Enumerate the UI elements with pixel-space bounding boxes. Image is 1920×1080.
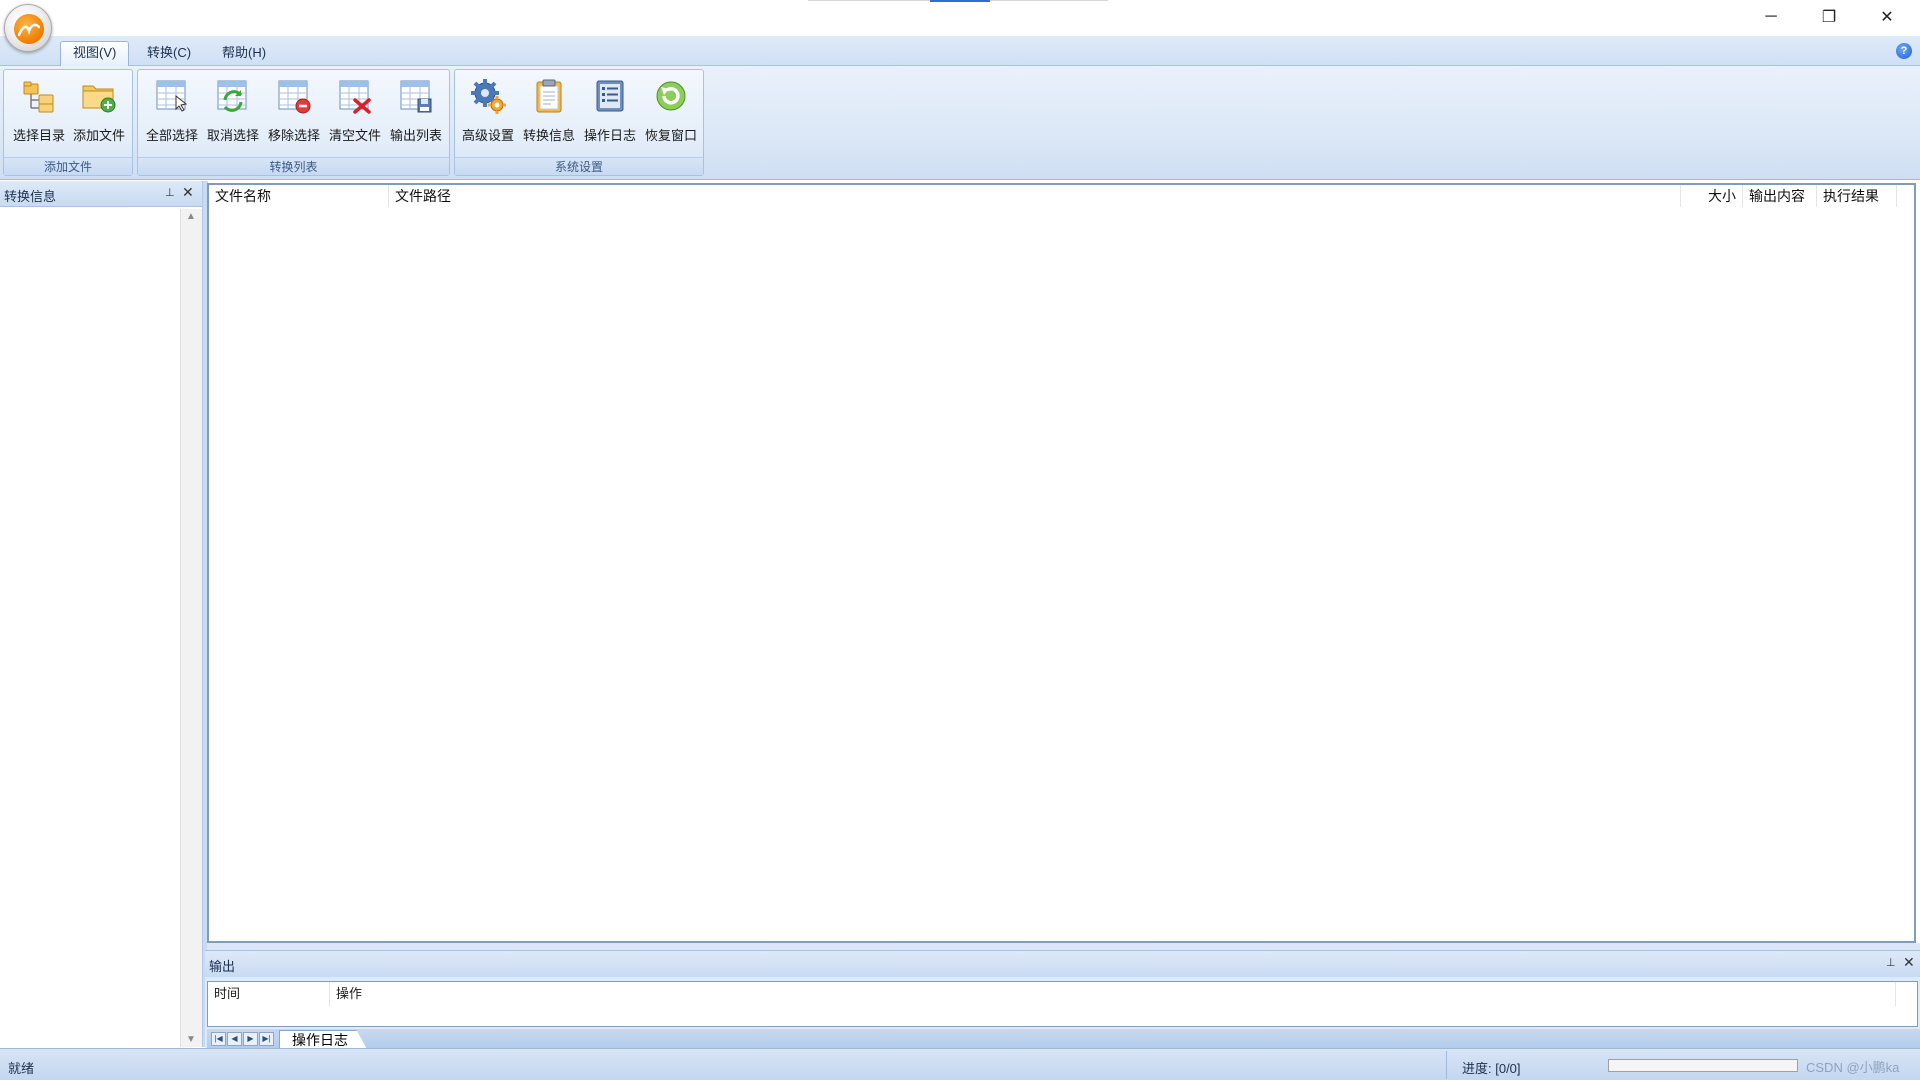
restore-window-label: 恢复窗口 [644,128,697,143]
operation-log-label: 操作日志 [583,128,636,143]
add-file-button[interactable]: 添加文件 [69,76,129,146]
convert-info-label: 转换信息 [522,128,575,143]
select-all-icon [154,78,190,114]
deselect-label: 取消选择 [206,128,259,143]
output-close-icon[interactable]: ✕ [1903,954,1915,971]
title-accent-bar [930,0,990,2]
group-label-system-settings: 系统设置 [455,157,703,175]
status-ready-text: 就绪 [8,1061,35,1076]
ribbon: 选择目录 添加文件 添加文件 全部选择 取消选择 移除选择 清空文件 输出列表 … [0,66,1920,180]
output-pin-icon[interactable]: ⊥ [1886,956,1896,969]
column-header-result[interactable]: 执行结果 [1817,185,1897,207]
status-bar: 就绪 进度: [0/0] CSDN @小鹏ka [0,1048,1920,1080]
select-all-button[interactable]: 全部选择 [142,76,202,146]
nav-next-icon[interactable]: ▶ [243,1032,258,1046]
ribbon-group-system-settings: 高级设置 转换信息 操作日志 恢复窗口 系统设置 [454,69,704,176]
sheet-tab-operation-log[interactable]: 操作日志 [279,1030,367,1049]
advanced-settings-label: 高级设置 [461,128,514,143]
deselect-button[interactable]: 取消选择 [203,76,263,146]
sheet-nav-bar: |◀ ◀ ▶ ▶| 操作日志 [207,1029,1920,1049]
status-separator [1446,1051,1447,1079]
output-log-table[interactable]: 时间 操作 [207,981,1918,1027]
column-header-file-path[interactable]: 文件路径 [389,185,1681,207]
output-panel-title: 输出 [209,959,236,974]
vertical-scrollbar[interactable]: ▲ ▼ [180,209,202,1047]
ribbon-group-convert-list: 全部选择 取消选择 移除选择 清空文件 输出列表 转换列表 [137,69,450,176]
folder-add-icon [81,78,117,114]
title-bar: ─ ❐ ✕ [0,0,1920,36]
output-panel: 输出 ⊥ ✕ 时间 操作 |◀ ◀ ▶ ▶| 操作日志 [205,950,1920,1049]
deselect-icon [215,78,251,114]
column-header-size[interactable]: 大小 [1681,185,1743,207]
progress-label: 进度: [0/0] [1462,1061,1521,1076]
nav-first-icon[interactable]: |◀ [211,1032,226,1046]
select-directory-button[interactable]: 选择目录 [9,76,69,146]
log-list-icon [592,78,628,114]
clipboard-icon [531,78,567,114]
gears-icon [470,78,506,114]
minimize-button[interactable]: ─ [1742,0,1800,34]
operation-log-button[interactable]: 操作日志 [580,76,640,146]
panel-header: 转换信息 ⊥ ✕ [0,181,202,207]
remove-selected-button[interactable]: 移除选择 [264,76,324,146]
conversion-info-panel: 转换信息 ⊥ ✕ ▲ ▼ [0,181,203,1047]
export-list-button[interactable]: 输出列表 [386,76,446,146]
column-header-output-content[interactable]: 输出内容 [1743,185,1817,207]
column-header-operation[interactable]: 操作 [330,982,1896,1006]
restore-window-button[interactable]: 恢复窗口 [641,76,701,146]
remove-selected-icon [276,78,312,114]
restore-arrow-icon [653,78,689,114]
clear-files-label: 清空文件 [328,128,381,143]
convert-info-button[interactable]: 转换信息 [519,76,579,146]
column-header-time[interactable]: 时间 [208,982,330,1006]
tab-convert[interactable]: 转换(C) [135,42,203,66]
remove-selected-label: 移除选择 [267,128,320,143]
close-button[interactable]: ✕ [1858,0,1916,34]
folder-tree-icon [21,78,57,114]
select-all-label: 全部选择 [145,128,198,143]
help-icon[interactable]: ? [1896,43,1912,59]
ribbon-tab-row: 视图(V) 转换(C) 帮助(H) [0,36,1920,67]
nav-last-icon[interactable]: ▶| [259,1032,274,1046]
export-list-icon [398,78,434,114]
scroll-up-icon[interactable]: ▲ [186,211,196,222]
clear-files-button[interactable]: 清空文件 [325,76,385,146]
column-header-file-name[interactable]: 文件名称 [209,185,389,207]
select-directory-label: 选择目录 [12,128,65,143]
panel-close-icon[interactable]: ✕ [182,184,194,201]
group-label-convert-list: 转换列表 [138,157,449,175]
clear-files-icon [337,78,373,114]
app-logo-icon [14,14,44,44]
panel-title: 转换信息 [4,189,57,204]
export-list-label: 输出列表 [389,128,442,143]
progress-bar [1608,1059,1798,1072]
nav-prev-icon[interactable]: ◀ [227,1032,242,1046]
watermark: CSDN @小鹏ka [1806,1060,1900,1075]
ribbon-group-add-files: 选择目录 添加文件 添加文件 [3,69,133,176]
app-menu-button[interactable] [4,4,52,52]
group-label-add-files: 添加文件 [4,157,132,175]
pin-icon[interactable]: ⊥ [165,186,175,199]
output-panel-header: 输出 ⊥ ✕ [205,951,1920,977]
scroll-down-icon[interactable]: ▼ [186,1034,196,1045]
maximize-button[interactable]: ❐ [1800,0,1858,34]
file-list[interactable]: 文件名称 文件路径 大小 输出内容 执行结果 [207,183,1916,943]
horizontal-splitter[interactable] [207,943,1920,950]
add-file-label: 添加文件 [72,128,125,143]
advanced-settings-button[interactable]: 高级设置 [458,76,518,146]
tab-help[interactable]: 帮助(H) [210,42,278,66]
tab-view[interactable]: 视图(V) [60,41,130,67]
